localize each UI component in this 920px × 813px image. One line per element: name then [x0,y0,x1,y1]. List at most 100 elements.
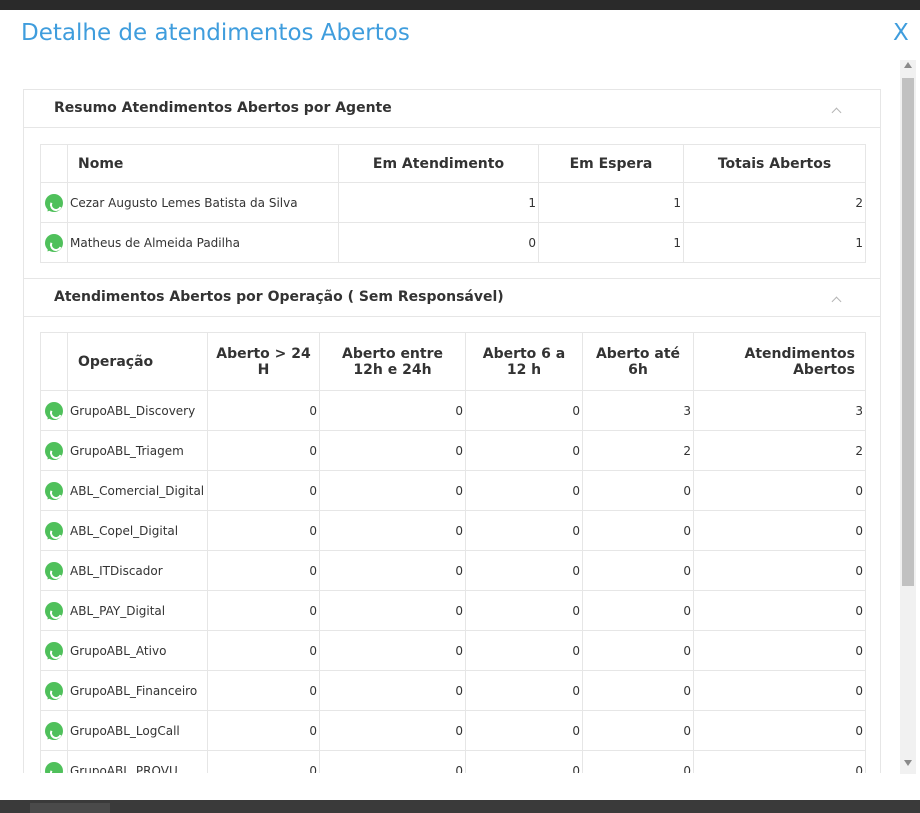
aberto-6-12h-value: 0 [465,470,583,511]
header-aberto-6-12h[interactable]: Aberto 6 a 12 h [465,332,583,391]
whatsapp-icon [45,641,63,660]
aberto-6-12h-value: 0 [465,510,583,551]
header-totais-abertos[interactable]: Totais Abertos [683,144,866,183]
operation-row[interactable]: GrupoABL_LogCall 0 0 0 0 0 [40,710,866,751]
atendimentos-abertos-value: 0 [693,590,866,631]
agents-table: Nome Em Atendimento Em Espera Totais Abe… [40,144,866,263]
whatsapp-icon [45,561,63,580]
header-aberto-gt-24h[interactable]: Aberto > 24 H [207,332,320,391]
background-top-bar [0,0,920,10]
operation-name: GrupoABL_Discovery [67,390,208,431]
chevron-up-icon[interactable] [832,295,842,305]
aberto-12-24h-value: 0 [319,590,466,631]
icon-cell [40,710,68,751]
scroll-up-icon[interactable] [904,62,912,68]
operations-panel-header[interactable]: Atendimentos Abertos por Operação ( Sem … [24,279,880,317]
agent-name: Cezar Augusto Lemes Batista da Silva [67,182,339,223]
totais-abertos-value: 1 [683,222,866,263]
header-operacao[interactable]: Operação [67,332,208,391]
icon-cell [40,430,68,471]
aberto-6-12h-value: 0 [465,710,583,751]
aberto-12-24h-value: 0 [319,630,466,671]
header-icon-col [40,144,68,183]
aberto-ate-6h-value: 0 [582,750,694,773]
chevron-up-icon[interactable] [832,106,842,116]
icon-cell [40,182,68,223]
operation-row[interactable]: GrupoABL_Financeiro 0 0 0 0 0 [40,670,866,711]
atendimentos-abertos-value: 0 [693,470,866,511]
operation-row[interactable]: GrupoABL_PROVU 0 0 0 0 0 [40,750,866,773]
operation-row[interactable]: ABL_Copel_Digital 0 0 0 0 0 [40,510,866,551]
operation-name: ABL_ITDiscador [67,550,208,591]
operation-name: ABL_PAY_Digital [67,590,208,631]
scroll-down-icon[interactable] [904,760,912,766]
aberto-6-12h-value: 0 [465,750,583,773]
operation-row[interactable]: ABL_ITDiscador 0 0 0 0 0 [40,550,866,591]
modal-title: Detalhe de atendimentos Abertos [21,20,410,46]
header-icon-col [40,332,68,391]
operation-row[interactable]: GrupoABL_Triagem 0 0 0 2 2 [40,430,866,471]
operation-row[interactable]: ABL_PAY_Digital 0 0 0 0 0 [40,590,866,631]
close-button[interactable]: X [893,20,909,46]
aberto-12-24h-value: 0 [319,750,466,773]
vertical-scrollbar[interactable] [900,60,916,774]
icon-cell [40,750,68,773]
icon-cell [40,470,68,511]
agent-row[interactable]: Matheus de Almeida Padilha 0 1 1 [40,222,866,263]
background-bottom-bar [0,800,920,813]
aberto-gt-24h-value: 0 [207,510,320,551]
aberto-12-24h-value: 0 [319,470,466,511]
whatsapp-icon [45,193,63,212]
header-aberto-ate-6h[interactable]: Aberto até 6h [582,332,694,391]
operation-row[interactable]: GrupoABL_Discovery 0 0 0 3 3 [40,390,866,431]
agents-panel-header[interactable]: Resumo Atendimentos Abertos por Agente [24,90,880,128]
header-em-atendimento[interactable]: Em Atendimento [338,144,539,183]
aberto-ate-6h-value: 2 [582,430,694,471]
aberto-gt-24h-value: 0 [207,750,320,773]
operations-panel: Atendimentos Abertos por Operação ( Sem … [23,278,881,773]
whatsapp-icon [45,521,63,540]
atendimentos-abertos-value: 0 [693,630,866,671]
atendimentos-abertos-value: 0 [693,550,866,591]
operations-panel-title: Atendimentos Abertos por Operação ( Sem … [54,289,504,305]
icon-cell [40,670,68,711]
whatsapp-icon [45,601,63,620]
aberto-12-24h-value: 0 [319,390,466,431]
whatsapp-icon [45,441,63,460]
atendimentos-abertos-value: 2 [693,430,866,471]
aberto-ate-6h-value: 0 [582,550,694,591]
aberto-gt-24h-value: 0 [207,390,320,431]
scrollbar-thumb[interactable] [902,78,914,586]
em-espera-value: 1 [538,182,684,223]
agent-row[interactable]: Cezar Augusto Lemes Batista da Silva 1 1 2 [40,182,866,223]
modal-scroll-region[interactable]: Resumo Atendimentos Abertos por Agente N… [0,58,900,773]
aberto-ate-6h-value: 0 [582,670,694,711]
aberto-12-24h-value: 0 [319,670,466,711]
header-atendimentos-abertos[interactable]: Atendimentos Abertos [693,332,866,391]
header-nome[interactable]: Nome [67,144,339,183]
agents-summary-panel: Resumo Atendimentos Abertos por Agente N… [23,89,881,279]
aberto-ate-6h-value: 0 [582,630,694,671]
aberto-ate-6h-value: 0 [582,710,694,751]
aberto-ate-6h-value: 3 [582,390,694,431]
aberto-6-12h-value: 0 [465,430,583,471]
operation-name: GrupoABL_PROVU [67,750,208,773]
header-em-espera[interactable]: Em Espera [538,144,684,183]
operation-name: GrupoABL_Financeiro [67,670,208,711]
aberto-gt-24h-value: 0 [207,590,320,631]
em-espera-value: 1 [538,222,684,263]
agents-panel-title: Resumo Atendimentos Abertos por Agente [54,100,392,116]
operation-row[interactable]: GrupoABL_Ativo 0 0 0 0 0 [40,630,866,671]
aberto-12-24h-value: 0 [319,550,466,591]
whatsapp-icon [45,233,63,252]
modal-footer-strip [0,783,920,800]
aberto-ate-6h-value: 0 [582,590,694,631]
header-aberto-12-24h[interactable]: Aberto entre 12h e 24h [319,332,466,391]
atendimentos-abertos-value: 0 [693,750,866,773]
agent-name: Matheus de Almeida Padilha [67,222,339,263]
whatsapp-icon [45,401,63,420]
operation-row[interactable]: ABL_Comercial_Digital 0 0 0 0 0 [40,470,866,511]
atendimentos-abertos-value: 3 [693,390,866,431]
icon-cell [40,630,68,671]
atendimentos-abertos-value: 0 [693,670,866,711]
